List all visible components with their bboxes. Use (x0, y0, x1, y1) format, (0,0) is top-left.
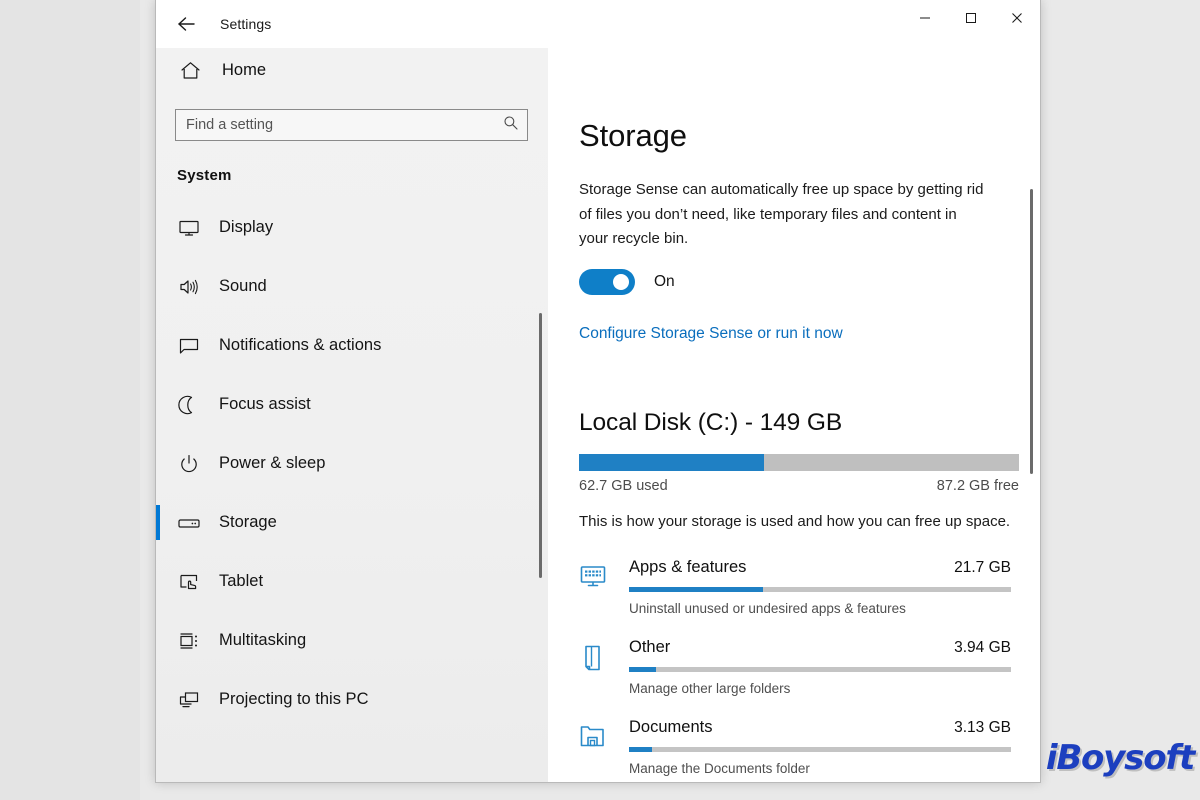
desktop-left-strip (0, 0, 140, 800)
minimize-button[interactable] (902, 0, 948, 40)
storage-category-documents[interactable]: Documents 3.13 GB Manage the Documents f… (579, 718, 1011, 776)
sidebar-item-projecting[interactable]: Projecting to this PC (156, 670, 548, 729)
sidebar-item-sound[interactable]: Sound (156, 257, 548, 316)
local-disk-title: Local Disk (C:) - 149 GB (579, 408, 843, 436)
sidebar-item-multitasking[interactable]: Multitasking (156, 611, 548, 670)
storage-category-header: Other 3.94 GB (629, 638, 1011, 657)
storage-sense-description: Storage Sense can automatically free up … (579, 181, 984, 247)
storage-category-bar (629, 747, 1011, 752)
storage-category-body: Other 3.94 GB Manage other large folders (629, 638, 1011, 696)
storage-category-name: Documents (629, 718, 713, 736)
speaker-icon (173, 277, 205, 297)
minimize-icon (919, 11, 931, 29)
storage-category-subtitle: Uninstall unused or undesired apps & fea… (629, 601, 906, 616)
storage-category-size: 21.7 GB (954, 559, 1011, 576)
sidebar-item-focus-assist[interactable]: Focus assist (156, 375, 548, 434)
back-arrow-icon (177, 16, 197, 32)
page-icon (579, 638, 629, 696)
sidebar-item-display[interactable]: Display (156, 198, 548, 257)
sidebar-scrollbar-thumb[interactable] (539, 313, 542, 578)
sidebar-item-label: Notifications & actions (219, 336, 382, 354)
sidebar-item-label: Display (219, 218, 274, 236)
sidebar-item-label: Projecting to this PC (219, 690, 369, 708)
tablet-hand-icon (173, 572, 205, 592)
storage-category-subtitle: Manage the Documents folder (629, 761, 810, 776)
storage-category-other[interactable]: Other 3.94 GB Manage other large folders (579, 638, 1011, 696)
sidebar-item-notifications[interactable]: Notifications & actions (156, 316, 548, 375)
sidebar-nav-list: Display Sound Notifications & actions Fo… (156, 198, 548, 729)
sidebar-item-label: Focus assist (219, 395, 311, 413)
power-icon (173, 454, 205, 474)
disk-usage-legend: 62.7 GB used 87.2 GB free (579, 478, 1019, 494)
sidebar-item-label: Sound (219, 277, 267, 295)
close-icon (1011, 11, 1023, 29)
storage-sense-toggle[interactable] (579, 268, 635, 295)
toggle-knob (613, 273, 629, 290)
search-icon (503, 115, 519, 136)
disk-usage-bar (579, 453, 1019, 471)
iboysoft-watermark: iBoysoft (1045, 738, 1195, 778)
disk-free-label: 87.2 GB free (936, 477, 1019, 494)
sidebar-item-power-sleep[interactable]: Power & sleep (156, 434, 548, 493)
close-button[interactable] (994, 0, 1040, 40)
storage-usage-description: This is how your storage is used and how… (579, 512, 1011, 530)
main-scrollbar-thumb[interactable] (1030, 189, 1033, 474)
moon-icon (173, 395, 205, 415)
storage-category-bar-fill (629, 667, 656, 672)
chat-bubble-icon (173, 336, 205, 356)
drive-icon (173, 513, 205, 533)
storage-category-list: Apps & features 21.7 GB Uninstall unused… (579, 558, 1040, 776)
storage-category-bar (629, 587, 1011, 592)
sidebar-item-label: Multitasking (219, 631, 307, 649)
storage-category-size: 3.13 GB (954, 719, 1011, 736)
monitor-icon (173, 218, 205, 238)
sidebar-home-label: Home (222, 60, 267, 79)
storage-category-body: Apps & features 21.7 GB Uninstall unused… (629, 558, 1011, 616)
sidebar-item-label: Tablet (219, 572, 264, 590)
back-button[interactable] (164, 4, 210, 44)
sidebar-section-title: System (177, 167, 232, 184)
sidebar-item-storage[interactable]: Storage (156, 493, 548, 552)
sidebar-item-home[interactable]: Home (170, 48, 548, 92)
search-button[interactable] (498, 112, 524, 138)
configure-storage-sense-link[interactable]: Configure Storage Sense or run it now (579, 325, 843, 343)
storage-category-apps[interactable]: Apps & features 21.7 GB Uninstall unused… (579, 558, 1011, 616)
multitasking-icon (173, 631, 205, 651)
storage-sense-toggle-row: On (579, 268, 1040, 295)
storage-category-bar-fill (629, 587, 763, 592)
storage-category-body: Documents 3.13 GB Manage the Documents f… (629, 718, 1011, 776)
main-content: Storage Storage Sense can automatically … (548, 48, 1040, 782)
storage-category-size: 3.94 GB (954, 639, 1011, 656)
disk-used-label: 62.7 GB used (579, 477, 668, 494)
disk-usage-fill (579, 453, 764, 471)
storage-category-bar-fill (629, 747, 652, 752)
window-body: Home System (156, 48, 1040, 782)
storage-category-name: Other (629, 638, 671, 656)
maximize-icon (965, 11, 977, 29)
storage-category-header: Documents 3.13 GB (629, 718, 1011, 737)
search-box (175, 109, 528, 141)
apps-monitor-icon (579, 558, 629, 616)
projecting-icon (173, 690, 205, 710)
search-input[interactable] (175, 109, 528, 141)
maximize-button[interactable] (948, 0, 994, 40)
window-controls (902, 0, 1040, 40)
documents-folder-icon (579, 718, 629, 776)
toggle-state-label: On (654, 272, 675, 290)
settings-window: Settings Home Find a setting System Disp… (155, 0, 1041, 783)
page-title: Storage (579, 118, 687, 153)
sidebar-item-tablet[interactable]: Tablet (156, 552, 548, 611)
sidebar-item-label: Storage (219, 513, 277, 531)
storage-category-name: Apps & features (629, 558, 747, 576)
storage-category-bar (629, 667, 1011, 672)
title-bar: Settings (156, 0, 1040, 48)
storage-category-subtitle: Manage other large folders (629, 681, 791, 696)
sidebar-item-label: Power & sleep (219, 454, 326, 472)
sidebar: Home System (156, 48, 548, 782)
home-icon (170, 61, 210, 80)
window-title: Settings (220, 16, 272, 32)
storage-category-header: Apps & features 21.7 GB (629, 558, 1011, 577)
